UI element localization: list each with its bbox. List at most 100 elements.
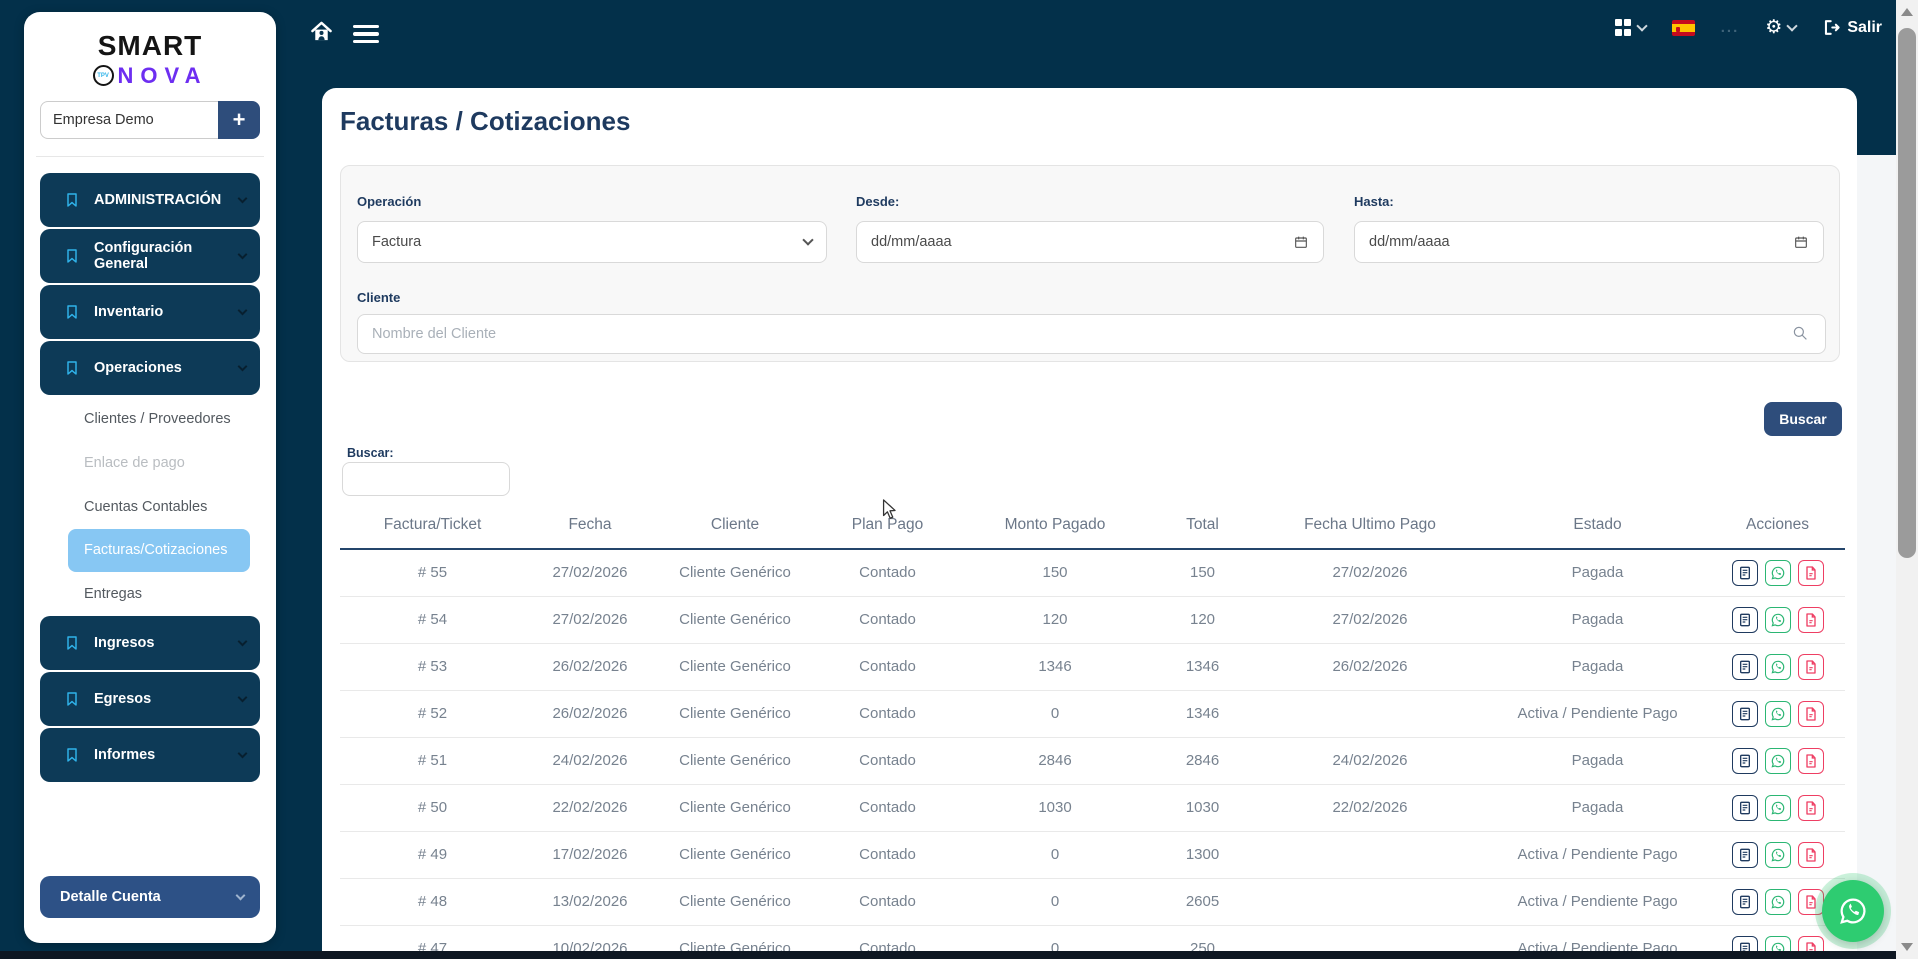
- table-search-input[interactable]: [342, 462, 510, 496]
- receipt-action-button[interactable]: [1731, 606, 1758, 633]
- sidebar-item-configuracion-general[interactable]: Configuración General: [40, 228, 260, 283]
- table-row: # 49 17/02/2026 Cliente Genérico Contado 0 13…: [340, 831, 1845, 879]
- pdf-icon: [1805, 753, 1816, 768]
- receipt-action-button[interactable]: [1731, 794, 1758, 821]
- cell-plan: Contado: [815, 737, 960, 785]
- receipt-action-button[interactable]: [1731, 888, 1758, 915]
- bookmark-icon: [67, 249, 77, 263]
- cell-plan: Contado: [815, 549, 960, 597]
- pdf-action-button[interactable]: [1797, 559, 1824, 586]
- column-header: Fecha: [525, 502, 655, 550]
- chevron-down-icon: [237, 361, 248, 372]
- cell-ultimo_pago: 27/02/2026: [1255, 596, 1485, 644]
- column-header: Acciones: [1710, 502, 1845, 550]
- pdf-action-button[interactable]: [1797, 794, 1824, 821]
- sidebar-item-inventario[interactable]: Inventario: [40, 284, 260, 339]
- language-selector[interactable]: [1671, 19, 1695, 36]
- cell-fecha: 17/02/2026: [525, 831, 655, 879]
- cell-estado: Pagada: [1485, 643, 1710, 691]
- account-detail-label: Detalle Cuenta: [60, 889, 161, 905]
- sidebar-subitem-facturas-cotizaciones[interactable]: Facturas/Cotizaciones: [68, 528, 250, 572]
- sidebar-subitem-enlace-de-pago[interactable]: Enlace de pago: [40, 441, 260, 485]
- pdf-action-button[interactable]: [1797, 653, 1824, 680]
- cliente-label: Cliente: [357, 290, 401, 305]
- table-row: # 48 13/02/2026 Cliente Genérico Contado 0 26…: [340, 878, 1845, 926]
- sidebar-subitem-entregas[interactable]: Entregas: [40, 572, 260, 616]
- pdf-action-button[interactable]: [1797, 606, 1824, 633]
- add-company-button[interactable]: +: [218, 100, 260, 139]
- whatsapp-action-button[interactable]: [1764, 888, 1791, 915]
- pdf-icon: [1805, 566, 1816, 580]
- operacion-select[interactable]: Factura: [357, 221, 827, 263]
- cell-total: 1346: [1150, 690, 1255, 738]
- cell-fecha: 27/02/2026: [525, 596, 655, 644]
- buscar-button[interactable]: Buscar: [1764, 402, 1842, 436]
- cell-actions: [1710, 737, 1845, 785]
- scroll-up-arrow[interactable]: [1901, 8, 1913, 16]
- sidebar-item-egresos[interactable]: Egresos: [40, 671, 260, 726]
- sidebar-item-operaciones[interactable]: Operaciones: [40, 340, 260, 395]
- sidebar-subitem-cuentas-contables[interactable]: Cuentas Contables: [40, 485, 260, 529]
- sidebar-item-ingresos[interactable]: Ingresos: [40, 615, 260, 670]
- receipt-action-button[interactable]: [1731, 700, 1758, 727]
- scrollbar-thumb[interactable]: [1898, 28, 1916, 558]
- whatsapp-action-button[interactable]: [1764, 700, 1791, 727]
- hasta-label: Hasta:: [1354, 194, 1394, 209]
- receipt-icon: [1739, 707, 1750, 720]
- menu-toggle-icon[interactable]: [353, 25, 379, 43]
- whatsapp-action-button[interactable]: [1764, 606, 1791, 633]
- cliente-search-input[interactable]: [357, 314, 1826, 354]
- cell-cliente: Cliente Genérico: [655, 784, 815, 832]
- sidebar-item-administracion[interactable]: ADMINISTRACIÓN: [40, 172, 260, 227]
- receipt-action-button[interactable]: [1731, 747, 1758, 774]
- receipt-action-button[interactable]: [1731, 653, 1758, 680]
- gear-icon: ⚙: [1765, 17, 1783, 38]
- whatsapp-float-button[interactable]: [1815, 873, 1891, 949]
- cell-plan: Contado: [815, 784, 960, 832]
- whatsapp-action-button[interactable]: [1764, 559, 1791, 586]
- bookmark-icon: [67, 305, 77, 319]
- scroll-down-arrow[interactable]: [1901, 943, 1913, 951]
- logout-button[interactable]: Salir: [1822, 18, 1882, 37]
- cell-monto: 0: [960, 690, 1150, 738]
- vertical-scrollbar[interactable]: [1896, 0, 1918, 959]
- home-icon[interactable]: [310, 20, 333, 48]
- whatsapp-action-button[interactable]: [1764, 841, 1791, 868]
- cell-monto: 150: [960, 549, 1150, 597]
- cell-ticket: # 48: [340, 878, 525, 926]
- cell-total: 2846: [1150, 737, 1255, 785]
- company-input[interactable]: [40, 100, 218, 139]
- cell-estado: Pagada: [1485, 737, 1710, 785]
- receipt-icon: [1739, 848, 1750, 861]
- pdf-action-button[interactable]: [1797, 700, 1824, 727]
- grid-icon: [1614, 19, 1632, 36]
- cell-plan: Contado: [815, 643, 960, 691]
- operacion-value: Factura: [372, 234, 422, 250]
- pdf-icon: [1805, 659, 1816, 674]
- account-detail-button[interactable]: Detalle Cuenta: [40, 876, 260, 918]
- chevron-down-icon: [237, 305, 248, 316]
- settings-menu-button[interactable]: ⚙: [1765, 17, 1798, 38]
- sidebar-item-informes[interactable]: Informes: [40, 727, 260, 782]
- receipt-action-button[interactable]: [1731, 559, 1758, 586]
- whatsapp-action-button[interactable]: [1764, 653, 1791, 680]
- receipt-action-button[interactable]: [1731, 841, 1758, 868]
- bookmark-icon: [67, 692, 77, 706]
- apps-menu-button[interactable]: [1614, 19, 1648, 36]
- sidebar-item-label: Informes: [94, 746, 156, 763]
- filter-panel: Operación Factura Desde: dd/mm/aaaa Hast…: [340, 165, 1840, 362]
- desde-date-input[interactable]: dd/mm/aaaa: [856, 221, 1324, 263]
- cell-ticket: # 54: [340, 596, 525, 644]
- whatsapp-action-button[interactable]: [1764, 747, 1791, 774]
- sidebar-subitem-clientes-proveedores[interactable]: Clientes / Proveedores: [40, 397, 260, 441]
- whatsapp-action-button[interactable]: [1764, 794, 1791, 821]
- sidebar-item-label: Operaciones: [94, 359, 182, 376]
- sidebar: SMART TPV NOVA + ADMINISTRACIÓN Configura…: [24, 12, 276, 943]
- column-header: Factura/Ticket: [340, 502, 525, 550]
- hasta-date-input[interactable]: dd/mm/aaaa: [1354, 221, 1824, 263]
- sidebar-divider: [36, 155, 264, 157]
- app-logo: SMART TPV NOVA: [40, 30, 260, 89]
- cell-monto: 0: [960, 878, 1150, 926]
- pdf-action-button[interactable]: [1797, 747, 1824, 774]
- pdf-action-button[interactable]: [1797, 841, 1824, 868]
